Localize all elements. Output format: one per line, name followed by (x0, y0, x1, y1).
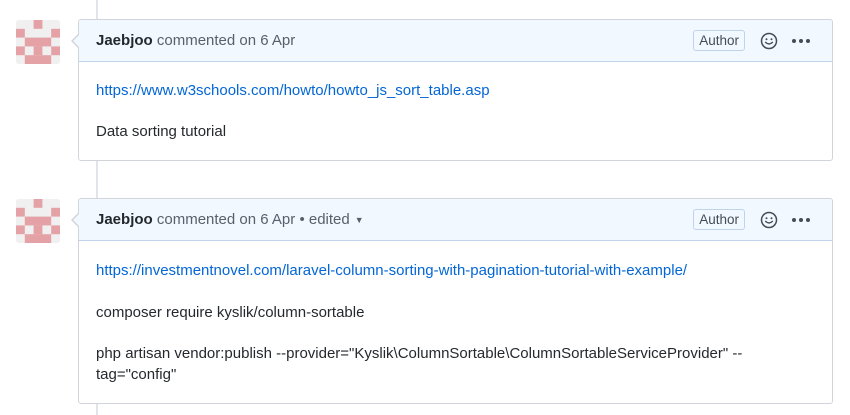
comment-body: https://www.w3schools.com/howto/howto_js… (79, 80, 832, 142)
comment-options-button[interactable] (790, 31, 812, 51)
add-reaction-button[interactable] (759, 210, 779, 230)
triangle-down-icon: ▼ (354, 215, 364, 226)
comment-text: Data sorting tutorial (96, 123, 227, 140)
comment-text: composer require kyslik/column-sortable (96, 304, 365, 321)
smiley-icon (760, 211, 778, 228)
author-link[interactable]: Jaebjoo (96, 211, 153, 228)
comment-card: Jaebjoo commented on 6 Apr • edited ▼ Aut… (71, 198, 833, 404)
edited-label: • edited (299, 211, 350, 228)
author-link[interactable]: Jaebjoo (96, 32, 153, 49)
comment-timestamp[interactable]: commented on 6 Apr (157, 32, 295, 49)
identicon-avatar (16, 199, 60, 243)
kebab-horizontal-icon (792, 38, 810, 43)
comment-timestamp[interactable]: commented on 6 Apr (157, 211, 295, 228)
add-reaction-button[interactable] (759, 31, 779, 51)
comment-body: https://investmentnovel.com/laravel-colu… (79, 260, 832, 385)
edited-dropdown[interactable]: • edited ▼ (299, 211, 363, 228)
author-badge: Author (693, 209, 745, 230)
comment-options-button[interactable] (790, 210, 812, 230)
comment-card: Jaebjoo commented on 6 Apr Author https:… (71, 19, 833, 161)
comment-text: php artisan vendor:publish --provider="K… (96, 345, 743, 383)
identicon-avatar (16, 20, 60, 64)
comment-header: Jaebjoo commented on 6 Apr Author (79, 20, 832, 62)
avatar[interactable] (16, 199, 60, 243)
smiley-icon (760, 32, 778, 49)
comment-header-text: Jaebjoo commented on 6 Apr (96, 32, 693, 49)
comment-link[interactable]: https://www.w3schools.com/howto/howto_js… (96, 82, 490, 99)
comment-header-text: Jaebjoo commented on 6 Apr • edited ▼ (96, 211, 693, 228)
author-badge: Author (693, 30, 745, 51)
avatar[interactable] (16, 20, 60, 64)
comment-header: Jaebjoo commented on 6 Apr • edited ▼ Aut… (79, 199, 832, 241)
comment-link[interactable]: https://investmentnovel.com/laravel-colu… (96, 262, 687, 279)
kebab-horizontal-icon (792, 217, 810, 222)
